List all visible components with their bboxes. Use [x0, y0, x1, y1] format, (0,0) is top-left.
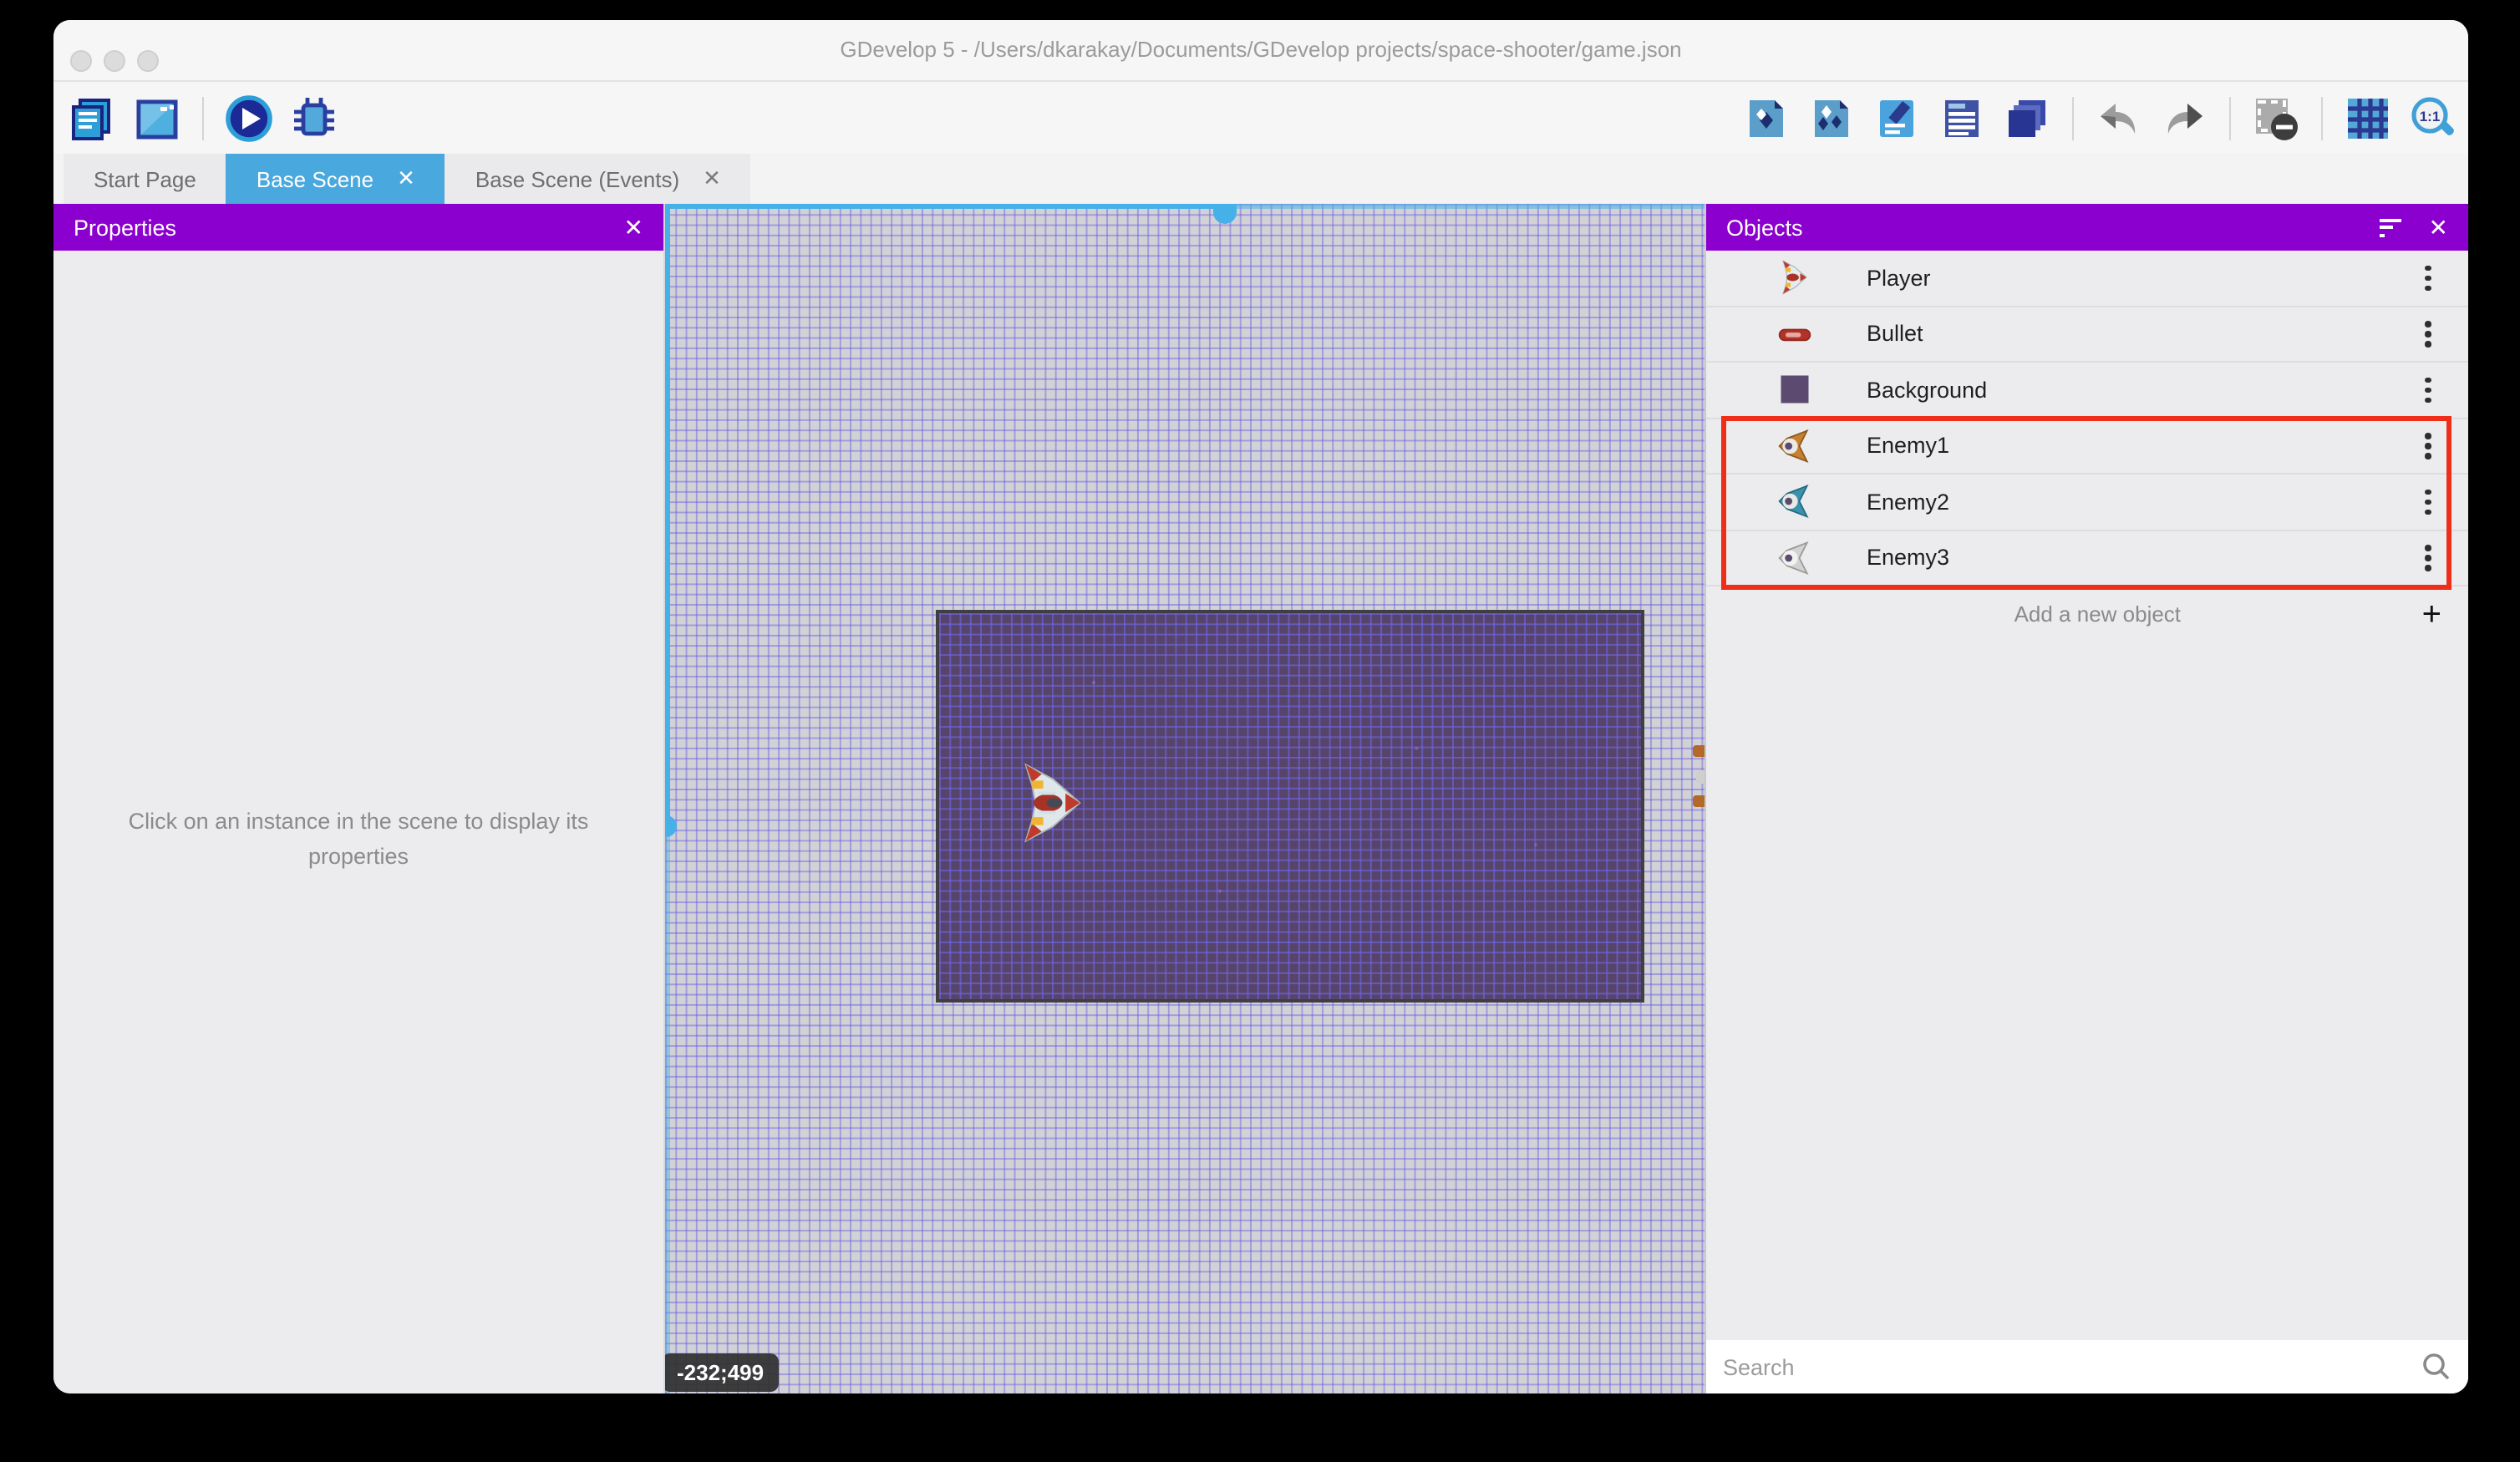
close-panel-icon[interactable]: ✕ — [2429, 213, 2468, 241]
enemy-instance-partial[interactable] — [1693, 795, 1705, 807]
window-title: GDevelop 5 - /Users/dkarakay/Documents/G… — [53, 20, 2468, 80]
objects-search-bar — [1706, 1340, 2468, 1393]
add-object-row[interactable]: Add a new object + — [1706, 586, 2468, 642]
horizontal-scrollbar-track[interactable] — [665, 204, 1225, 209]
redo-icon[interactable] — [2159, 93, 2209, 143]
instances-list-icon[interactable] — [1937, 93, 1987, 143]
tab-base-scene[interactable]: Base Scene ✕ — [226, 154, 445, 204]
tab-base-scene-events[interactable]: Base Scene (Events) ✕ — [445, 154, 751, 204]
object-label: Background — [1867, 378, 2425, 403]
tab-label: Base Scene — [257, 166, 373, 191]
objects-panel: Objects ✕ — [1705, 204, 2468, 1393]
toggle-window-mask-icon[interactable] — [2251, 93, 2301, 143]
object-label: Enemy2 — [1867, 490, 2425, 515]
bullet-thumbnail — [1776, 316, 1813, 353]
zoom-1-1-icon[interactable]: 1:1 — [2408, 93, 2458, 143]
object-label: Player — [1867, 266, 2425, 291]
tab-start-page[interactable]: Start Page — [64, 154, 226, 204]
properties-panel: Properties ✕ Click on an instance in the… — [53, 204, 665, 1393]
objects-editor-icon[interactable] — [1741, 93, 1791, 143]
enemy-instance-partial[interactable] — [1696, 770, 1705, 784]
toolbar-separator — [2321, 96, 2323, 140]
object-row-enemy2[interactable]: Enemy2 — [1706, 475, 2468, 530]
player-thumbnail — [1776, 260, 1813, 297]
enemy1-thumbnail — [1776, 428, 1813, 464]
add-object-icon[interactable]: + — [2422, 597, 2441, 631]
main-toolbar: 1:1 — [53, 82, 2468, 154]
tab-label: Start Page — [94, 166, 196, 191]
enemy3-thumbnail — [1776, 540, 1813, 576]
properties-empty-message: Click on an instance in the scene to dis… — [87, 805, 630, 876]
object-menu-icon[interactable] — [2425, 545, 2431, 571]
undo-icon[interactable] — [2094, 93, 2144, 143]
screenshot-stage: GDevelop 5 - /Users/dkarakay/Documents/G… — [0, 0, 2520, 1462]
toolbar-separator — [202, 96, 204, 140]
search-icon[interactable] — [2421, 1352, 2451, 1382]
object-row-enemy3[interactable]: Enemy3 — [1706, 530, 2468, 586]
object-row-bullet[interactable]: Bullet — [1706, 307, 2468, 363]
object-row-enemy1[interactable]: Enemy1 — [1706, 419, 2468, 475]
play-button[interactable] — [224, 93, 274, 143]
properties-editor-icon[interactable] — [1872, 93, 1922, 143]
object-menu-icon[interactable] — [2425, 433, 2431, 459]
toolbar-separator — [2229, 96, 2231, 140]
object-groups-icon[interactable] — [1806, 93, 1857, 143]
object-label: Enemy3 — [1867, 546, 2425, 571]
properties-panel-header: Properties ✕ — [53, 204, 663, 251]
title-bar: GDevelop 5 - /Users/dkarakay/Documents/G… — [53, 20, 2468, 82]
vertical-scrollbar-thumb[interactable] — [665, 815, 677, 837]
object-label: Bullet — [1867, 322, 2425, 347]
vertical-scrollbar-track[interactable] — [665, 825, 670, 1393]
enemy-instance-partial[interactable] — [1693, 745, 1705, 757]
object-row-player[interactable]: Player — [1706, 251, 2468, 307]
tab-bar: Start Page Base Scene ✕ Base Scene (Even… — [53, 154, 2468, 204]
background-thumbnail — [1776, 372, 1813, 409]
objects-list: Player Bullet — [1706, 251, 2468, 586]
horizontal-scrollbar-thumb[interactable] — [1213, 204, 1237, 224]
close-tab-icon[interactable]: ✕ — [703, 165, 721, 192]
object-row-background[interactable]: Background — [1706, 363, 2468, 419]
add-object-label: Add a new object — [1706, 602, 2422, 627]
filter-icon[interactable] — [2380, 214, 2402, 241]
svg-text:1:1: 1:1 — [2420, 108, 2441, 124]
horizontal-scrollbar-track[interactable] — [1225, 204, 1705, 209]
object-menu-icon[interactable] — [2425, 265, 2431, 291]
panel-title: Objects — [1706, 215, 2380, 240]
scene-window-icon[interactable] — [132, 93, 182, 143]
object-menu-icon[interactable] — [2425, 321, 2431, 347]
vertical-scrollbar-track[interactable] — [665, 204, 670, 825]
objects-panel-header: Objects ✕ — [1706, 204, 2468, 251]
player-instance[interactable] — [1021, 759, 1085, 847]
scene-canvas[interactable]: -232;499 — [665, 204, 1705, 1393]
cursor-coordinates-badge: -232;499 — [665, 1353, 779, 1392]
enemy2-thumbnail — [1776, 484, 1813, 520]
toolbar-separator — [2072, 96, 2074, 140]
object-label: Enemy1 — [1867, 434, 2425, 459]
project-manager-icon[interactable] — [67, 93, 117, 143]
object-menu-icon[interactable] — [2425, 377, 2431, 403]
debug-icon[interactable] — [289, 93, 339, 143]
panel-title: Properties — [53, 215, 624, 240]
object-menu-icon[interactable] — [2425, 489, 2431, 515]
close-tab-icon[interactable]: ✕ — [397, 165, 415, 192]
search-input[interactable] — [1706, 1353, 2421, 1381]
tab-label: Base Scene (Events) — [475, 166, 679, 191]
close-panel-icon[interactable]: ✕ — [624, 213, 663, 241]
layers-icon[interactable] — [2002, 93, 2052, 143]
main-area: Properties ✕ Click on an instance in the… — [53, 204, 2468, 1393]
toggle-grid-icon[interactable] — [2343, 93, 2393, 143]
app-window: GDevelop 5 - /Users/dkarakay/Documents/G… — [53, 20, 2468, 1393]
